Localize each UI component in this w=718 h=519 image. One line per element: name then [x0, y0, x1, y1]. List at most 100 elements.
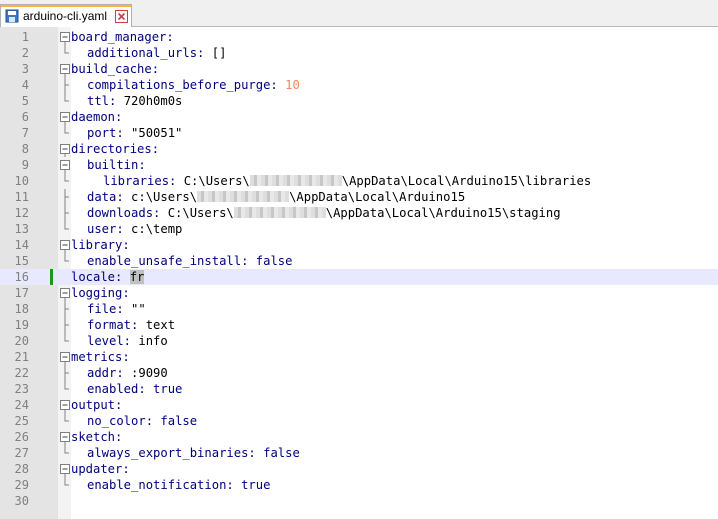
- fold-collapse-icon[interactable]: [59, 285, 71, 301]
- fold-collapse-icon[interactable]: [59, 237, 71, 253]
- code-editor[interactable]: 1 board_manager: 2 additional_urls: [] 3 buil…: [0, 27, 718, 519]
- code-line[interactable]: 14 library:: [0, 237, 718, 253]
- code-line[interactable]: 4 compilations_before_purge: 10: [0, 77, 718, 93]
- code-line[interactable]: 17 logging:: [0, 285, 718, 301]
- code-line[interactable]: 8 directories:: [0, 141, 718, 157]
- code-line[interactable]: 3 build_cache:: [0, 61, 718, 77]
- line-number: 11: [14, 190, 29, 204]
- code-line[interactable]: 7 port: "50051": [0, 125, 718, 141]
- fold-collapse-icon[interactable]: [59, 397, 71, 413]
- line-number: 18: [14, 302, 29, 316]
- yaml-value: 10: [285, 78, 300, 92]
- yaml-key: enabled:: [87, 382, 146, 396]
- code-line[interactable]: 18 file: "": [0, 301, 718, 317]
- yaml-key: always_export_binaries:: [87, 446, 256, 460]
- code-line[interactable]: 25 no_color: false: [0, 413, 718, 429]
- line-text: format: text: [71, 317, 175, 333]
- fold-line-icon: [64, 301, 69, 317]
- yaml-key: user:: [87, 222, 124, 236]
- yaml-value: []: [204, 46, 227, 60]
- fold-end-icon: [64, 253, 69, 262]
- yaml-value: [122, 270, 129, 284]
- code-line[interactable]: 1 board_manager:: [0, 29, 718, 45]
- fold-collapse-icon[interactable]: [59, 157, 71, 173]
- line-text: file: "": [71, 301, 146, 317]
- line-text: additional_urls: []: [71, 45, 226, 61]
- code-line[interactable]: 23 enabled: true: [0, 381, 718, 397]
- code-line[interactable]: 19 format: text: [0, 317, 718, 333]
- code-line[interactable]: 5 ttl: 720h0m0s: [0, 93, 718, 109]
- code-line[interactable]: 26 sketch:: [0, 429, 718, 445]
- code-line[interactable]: 29 enable_notification: true: [0, 477, 718, 493]
- code-line[interactable]: 30: [0, 493, 718, 509]
- code-line[interactable]: 21 metrics:: [0, 349, 718, 365]
- yaml-value: text: [138, 318, 176, 332]
- yaml-key: sketch:: [71, 430, 123, 444]
- code-line[interactable]: 2 additional_urls: []: [0, 45, 718, 61]
- yaml-value: \AppData\Local\Arduino15: [289, 190, 466, 204]
- line-text: directories:: [71, 141, 159, 157]
- fold-line-icon: [64, 365, 69, 381]
- code-area[interactable]: 1 board_manager: 2 additional_urls: [] 3 buil…: [0, 29, 718, 509]
- line-text: board_manager:: [71, 29, 174, 45]
- yaml-key: enable_notification:: [87, 478, 234, 492]
- fold-collapse-icon[interactable]: [59, 61, 71, 77]
- line-text: enabled: true: [71, 381, 182, 397]
- yaml-key: addr:: [87, 366, 124, 380]
- fold-collapse-icon[interactable]: [59, 429, 71, 445]
- line-text: library:: [71, 237, 130, 253]
- file-tab[interactable]: arduino-cli.yaml: [0, 4, 132, 27]
- yaml-value: info: [131, 334, 168, 348]
- code-line[interactable]: 12 downloads: C:\Users\ \AppData\Local\Ard…: [0, 205, 718, 221]
- line-text: sketch:: [71, 429, 122, 445]
- yaml-value: c:\Users\: [123, 190, 198, 204]
- yaml-key: downloads:: [87, 206, 161, 220]
- code-line[interactable]: 6 daemon:: [0, 109, 718, 125]
- line-number: 16: [14, 270, 29, 284]
- line-text: libraries: C:\Users\ \AppData\Local\Ardui…: [71, 173, 591, 189]
- yaml-value: \AppData\Local\Arduino15\staging: [325, 206, 561, 220]
- fold-collapse-icon[interactable]: [59, 109, 71, 125]
- code-line[interactable]: 13 user: c:\temp: [0, 221, 718, 237]
- line-number: 1: [21, 30, 29, 44]
- code-line[interactable]: 27 always_export_binaries: false: [0, 445, 718, 461]
- line-text: compilations_before_purge: 10: [71, 77, 300, 93]
- line-number: 2: [21, 46, 29, 60]
- code-line[interactable]: 11 data: c:\Users\ \AppData\Local\Arduino1…: [0, 189, 718, 205]
- yaml-key: file:: [87, 302, 124, 316]
- line-text: builtin:: [71, 157, 146, 173]
- line-text: downloads: C:\Users\ \AppData\Local\Ardui…: [71, 205, 561, 221]
- selected-text: fr: [129, 270, 145, 284]
- yaml-key: libraries:: [103, 174, 177, 188]
- fold-collapse-icon[interactable]: [59, 349, 71, 365]
- yaml-key: no_color:: [87, 414, 154, 428]
- active-tab-indicator: [1, 5, 131, 7]
- code-line[interactable]: 20 level: info: [0, 333, 718, 349]
- close-tab-icon[interactable]: [115, 9, 129, 23]
- yaml-key: level:: [87, 334, 132, 348]
- fold-line-icon: [64, 77, 69, 93]
- line-number: 13: [14, 222, 29, 236]
- code-line[interactable]: 16 locale: fr: [0, 269, 718, 285]
- code-line[interactable]: 22 addr: :9090: [0, 365, 718, 381]
- code-line[interactable]: 15 enable_unsafe_install: false: [0, 253, 718, 269]
- fold-collapse-icon[interactable]: [59, 141, 71, 157]
- yaml-key: builtin:: [87, 158, 146, 172]
- code-line[interactable]: 10 libraries: C:\Users\ \AppData\Local\Ard…: [0, 173, 718, 189]
- yaml-value: "50051": [123, 126, 183, 140]
- code-line[interactable]: 9 builtin:: [0, 157, 718, 173]
- code-line[interactable]: 28 updater:: [0, 461, 718, 477]
- fold-end-icon: [64, 477, 69, 486]
- code-line[interactable]: 24 output:: [0, 397, 718, 413]
- yaml-key: port:: [87, 126, 124, 140]
- fold-collapse-icon[interactable]: [59, 29, 71, 45]
- yaml-value: 720h0m0s: [116, 94, 183, 108]
- fold-end-icon: [64, 333, 69, 342]
- fold-collapse-icon[interactable]: [59, 461, 71, 477]
- line-text: port: "50051": [71, 125, 182, 141]
- line-text: ttl: 720h0m0s: [71, 93, 182, 109]
- line-text: enable_unsafe_install: false: [71, 253, 292, 269]
- line-text: daemon:: [71, 109, 122, 125]
- line-number: 25: [14, 414, 29, 428]
- line-text: no_color: false: [71, 413, 197, 429]
